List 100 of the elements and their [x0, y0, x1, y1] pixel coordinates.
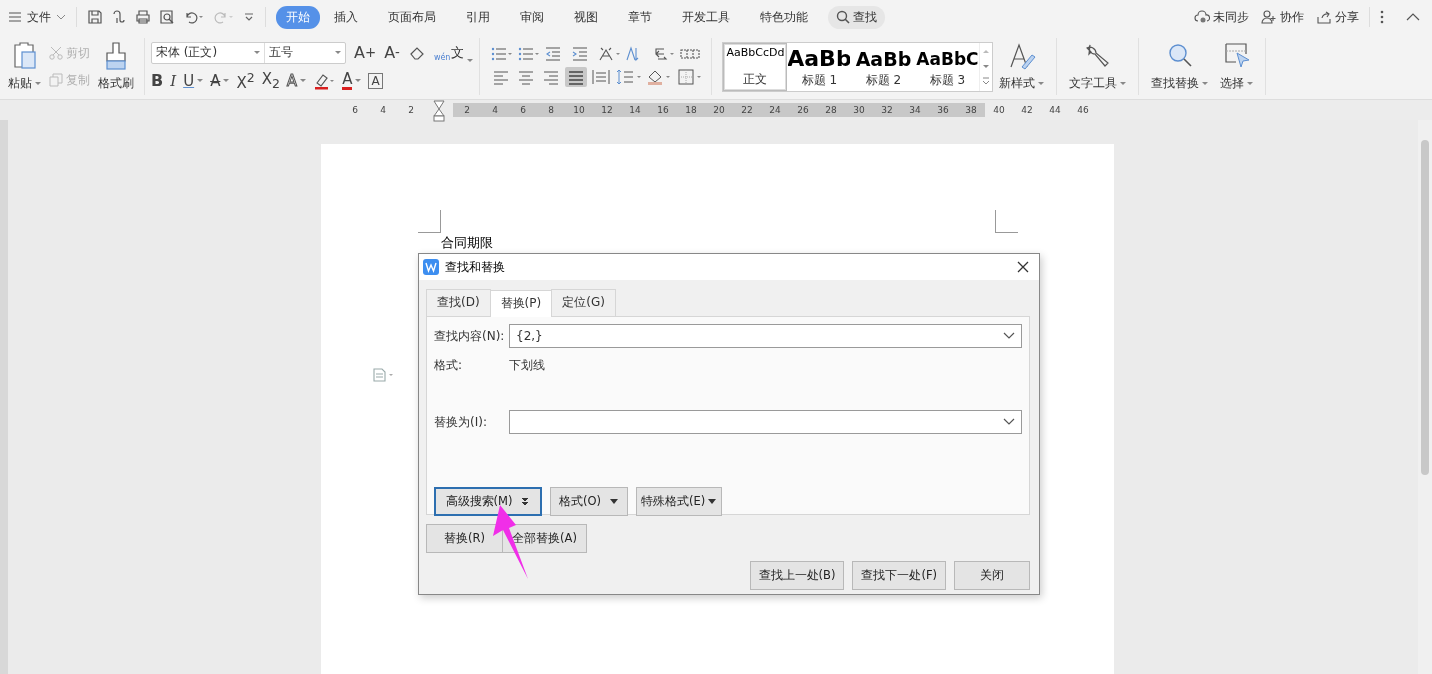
account-button[interactable]: 协作 [1261, 8, 1304, 26]
caret-icon [609, 498, 620, 505]
account-button[interactable]: 分享 [1316, 8, 1359, 26]
ruler-number: 2 [407, 104, 415, 117]
dialog-tab[interactable]: 定位(G) [551, 289, 616, 316]
ribbon-tab[interactable]: 章节 [618, 5, 662, 29]
tool-button[interactable]: 文字工具 [1063, 34, 1133, 99]
option-button[interactable]: 特殊格式(E) [636, 487, 723, 516]
ribbon-tab[interactable]: 插入 [324, 5, 368, 29]
preview-icon[interactable] [159, 9, 175, 25]
format-button[interactable]: U [183, 71, 204, 90]
dialog-tab[interactable]: 查找(D) [426, 289, 491, 316]
format-button[interactable]: A [210, 71, 230, 90]
paragraph-icon[interactable] [598, 46, 623, 62]
ruler-number: 42 [1020, 104, 1034, 117]
more-options-icon[interactable] [1380, 10, 1384, 24]
ruler-number: 36 [929, 103, 957, 117]
paragraph-icon[interactable] [490, 46, 515, 62]
ruler-number: 38 [957, 103, 985, 117]
format-button[interactable]: X$^{2}$ [236, 69, 255, 92]
ribbon-tab[interactable]: 审阅 [510, 5, 554, 29]
app-icon [423, 259, 439, 275]
scrollbar[interactable] [1418, 120, 1432, 674]
chevron-icon [56, 14, 66, 20]
replace-field[interactable] [509, 410, 1022, 434]
option-button[interactable]: 高级搜索(M) [434, 487, 542, 516]
ribbon-tab[interactable]: 特色功能 [750, 5, 818, 29]
ruler-number: 12 [593, 103, 621, 117]
account-button[interactable]: 未同步 [1194, 8, 1249, 26]
search-button[interactable]: 查找 [828, 5, 885, 29]
chevron-icon [1003, 418, 1015, 426]
collapse-icon[interactable] [1406, 13, 1420, 21]
format-button[interactable]: X$_{2}$ [261, 70, 280, 91]
undo-icon[interactable] [183, 9, 205, 25]
field-label: 格式: [434, 357, 464, 374]
corner-mark [995, 210, 1018, 233]
chevron-icon [1003, 332, 1015, 340]
person-icon [1261, 10, 1277, 24]
double-caret-icon [520, 496, 531, 507]
close-icon[interactable] [1017, 261, 1029, 273]
option-button[interactable]: 格式(O) [550, 487, 629, 516]
format-painter-button[interactable]: 格式刷 [94, 41, 138, 92]
menu-icon [8, 11, 22, 23]
replace-button[interactable]: 替换(R) [426, 524, 503, 553]
dialog-title: 查找和替换 [445, 258, 505, 276]
format-button[interactable]: A [342, 71, 362, 90]
paragraph-icon[interactable] [517, 46, 542, 62]
clipboard-icon [11, 41, 38, 71]
ribbon-tab[interactable]: 视图 [564, 5, 608, 29]
align-button[interactable] [565, 67, 588, 87]
ruler-number: 10 [565, 103, 593, 117]
ruler-number: 18 [677, 103, 705, 117]
save-icon[interactable] [87, 9, 103, 25]
ribbon-tab[interactable]: 页面布局 [378, 5, 446, 29]
ruler-number: 26 [789, 103, 817, 117]
redo-icon[interactable] [213, 9, 235, 25]
ruler-number: 4 [379, 104, 387, 117]
document-text: 合同期限 [441, 235, 493, 250]
ribbon-tab[interactable]: 引用 [456, 5, 500, 29]
scissors-icon [49, 46, 63, 60]
paragraph-icon[interactable] [652, 46, 677, 62]
ruler-number: 2 [453, 103, 481, 117]
cloud-icon [1194, 10, 1210, 24]
format-button[interactable]: B [151, 71, 164, 90]
dialog-button[interactable]: 查找下一处(F) [852, 561, 946, 590]
caret-icon [707, 498, 718, 505]
tool-button[interactable]: 选择 [1214, 34, 1260, 99]
replace-button[interactable]: 全部替换(A) [502, 524, 587, 553]
style-preset[interactable]: AaBbC 标题 3 [915, 42, 980, 91]
align-button[interactable] [590, 67, 613, 87]
tool-button[interactable]: 新样式 [993, 34, 1051, 99]
ruler-number: 30 [845, 103, 873, 117]
ruler-number: 6 [509, 103, 537, 117]
dialog-button[interactable]: 关闭 [954, 561, 1030, 590]
field-label: 替换为(I): [434, 413, 488, 431]
ruler-number: 16 [649, 103, 677, 117]
ruler-number: 4 [481, 103, 509, 117]
find-field[interactable]: {2,} [509, 324, 1022, 348]
format-button[interactable]: A [368, 72, 383, 89]
ruler-number: 32 [873, 103, 901, 117]
ruler-number: 6 [351, 104, 359, 117]
print-icon[interactable] [135, 9, 151, 25]
corner-mark [418, 210, 441, 233]
style-preset[interactable]: AaBb 标题 2 [851, 42, 916, 91]
format-value: 下划线 [509, 357, 545, 374]
ruler-number: 20 [705, 103, 733, 117]
ruler-number: 44 [1048, 104, 1062, 117]
copy-icon [49, 73, 63, 87]
more-icon[interactable] [243, 11, 255, 23]
paste-button[interactable]: 粘贴 [4, 41, 45, 92]
document-icon[interactable] [373, 368, 395, 382]
file-menu[interactable]: 文件 [8, 8, 66, 26]
format-button[interactable]: I [170, 71, 177, 90]
style-preset[interactable]: AaBbCcDd 正文 [723, 42, 788, 91]
ruler-number: 14 [621, 103, 649, 117]
dialog-tab[interactable]: 替换(P) [489, 290, 553, 317]
dialog-button[interactable]: 查找上一处(B) [749, 561, 845, 590]
tool-button[interactable]: 查找替换 [1145, 34, 1215, 99]
ruler-number: 22 [733, 103, 761, 117]
ribbon-tab[interactable]: 开发工具 [672, 5, 740, 29]
